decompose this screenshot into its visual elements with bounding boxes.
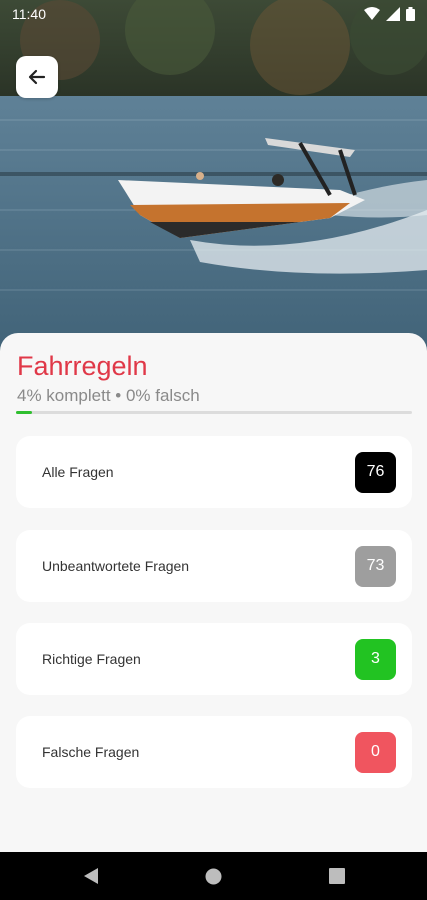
home-circle-icon <box>205 868 222 884</box>
page-title: Fahrregeln <box>17 351 148 381</box>
category-correct-questions[interactable]: Richtige Fragen 3 <box>16 623 412 695</box>
progress-bar-fill <box>16 411 32 414</box>
signal-icon <box>386 7 400 21</box>
category-label: Unbeantwortete Fragen <box>42 558 190 574</box>
hero-image <box>0 0 427 370</box>
system-navigation-bar <box>0 852 427 900</box>
back-triangle-icon <box>83 868 98 884</box>
progress-bar <box>16 411 412 414</box>
nav-home-button[interactable] <box>152 852 275 900</box>
count-badge: 73 <box>355 545 396 587</box>
status-bar: 11:40 <box>0 0 427 28</box>
progress-summary: 4% komplett • 0% falsch <box>17 386 200 405</box>
status-time: 11:40 <box>12 6 46 22</box>
category-label: Falsche Fragen <box>42 744 140 760</box>
arrow-left-icon <box>28 69 46 85</box>
nav-recents-button[interactable] <box>275 852 398 900</box>
content-sheet: Fahrregeln 4% komplett • 0% falsch Alle … <box>0 333 427 852</box>
category-unanswered-questions[interactable]: Unbeantwortete Fragen 73 <box>16 530 412 602</box>
battery-icon <box>406 7 415 21</box>
nav-back-button[interactable] <box>29 852 152 900</box>
wifi-icon <box>364 7 380 20</box>
count-badge: 3 <box>355 638 396 680</box>
back-button[interactable] <box>16 56 58 98</box>
count-badge: 76 <box>355 451 396 493</box>
category-label: Richtige Fragen <box>42 651 141 667</box>
count-badge: 0 <box>355 731 396 773</box>
category-wrong-questions[interactable]: Falsche Fragen 0 <box>16 716 412 788</box>
category-label: Alle Fragen <box>42 464 114 480</box>
recents-square-icon <box>328 868 345 884</box>
category-all-questions[interactable]: Alle Fragen 76 <box>16 436 412 508</box>
